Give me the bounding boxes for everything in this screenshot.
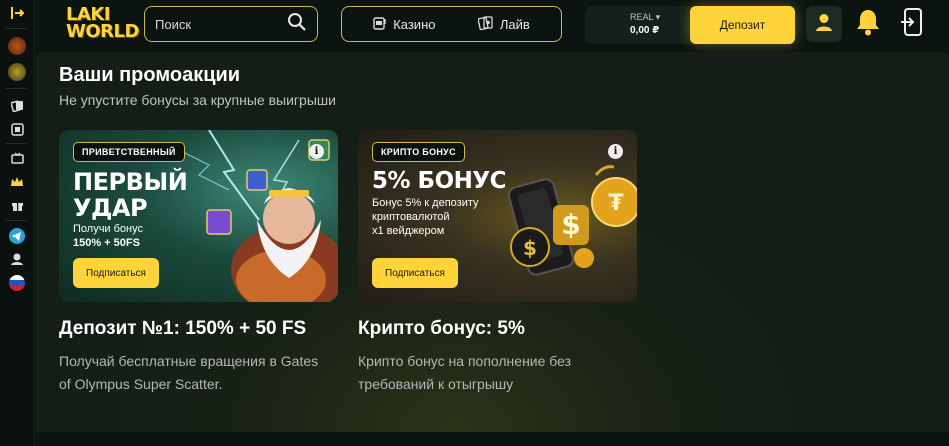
promo-badge: КРИПТО БОНУС xyxy=(372,142,465,162)
cards-icon[interactable] xyxy=(8,96,26,114)
search-icon[interactable] xyxy=(287,12,307,37)
promo-card-welcome[interactable]: ПРИВЕТСТВЕННЫЙ i ПЕРВЫЙ УДАР Получи бону… xyxy=(59,130,338,302)
gift-icon[interactable] xyxy=(8,196,26,214)
avatar-game-1-icon[interactable] xyxy=(8,37,26,55)
info-icon[interactable]: i xyxy=(309,144,324,159)
promo-description-welcome: Получай бесплатные вращения в Gates of O… xyxy=(59,353,319,392)
tab-live[interactable]: Лайв xyxy=(477,15,530,34)
avatar-game-2-icon[interactable] xyxy=(8,63,26,81)
logo[interactable]: LAKI WORLD xyxy=(66,6,139,44)
promo-headline: 5% БОНУС xyxy=(372,168,507,194)
svg-text:$: $ xyxy=(523,236,537,260)
promo-headline: ПЕРВЫЙ xyxy=(73,168,188,196)
subscribe-button[interactable]: Подписаться xyxy=(372,258,458,288)
svg-text:₮: ₮ xyxy=(608,191,624,216)
promo-title-crypto[interactable]: Крипто бонус: 5% xyxy=(358,318,525,340)
svg-text:$: $ xyxy=(561,208,580,241)
balance-currency-select[interactable]: REAL ▾ xyxy=(630,12,660,23)
slot-machine-icon xyxy=(373,16,387,33)
exit-door-icon xyxy=(900,7,926,42)
promo-headline-2: УДАР xyxy=(73,194,148,222)
tab-casino[interactable]: Казино xyxy=(373,16,435,33)
russia-flag-icon[interactable] xyxy=(8,274,26,292)
promo-detail-2: криптовалютой xyxy=(372,211,450,223)
deposit-button[interactable]: Депозит xyxy=(690,6,795,44)
promo-detail-2: 150% + 50FS xyxy=(73,237,140,249)
telegram-icon[interactable] xyxy=(8,227,26,245)
page-title: Ваши промоакции xyxy=(59,64,241,86)
roulette-icon[interactable] xyxy=(8,120,26,138)
user-icon xyxy=(814,12,834,37)
page-subtitle: Не упустите бонусы за крупные выигрыши xyxy=(59,92,336,108)
live-cards-icon xyxy=(477,15,494,34)
search-box[interactable]: Поиск xyxy=(144,6,318,42)
promo-detail: Получи бонус xyxy=(73,223,144,235)
support-icon[interactable] xyxy=(8,250,26,268)
tv-icon[interactable] xyxy=(8,149,26,167)
promo-detail: Бонус 5% к депозиту xyxy=(372,197,479,209)
bell-icon xyxy=(855,8,881,41)
promo-card-crypto[interactable]: ₮ $ $ КРИПТО БОНУС i 5% БОНУС Бонус 5% к… xyxy=(358,130,637,302)
notifications-button[interactable] xyxy=(850,6,886,42)
promo-title-welcome[interactable]: Депозит №1: 150% + 50 FS xyxy=(59,318,306,340)
logout-icon[interactable] xyxy=(8,4,26,22)
balance-amount: 0,00 ₽ xyxy=(630,25,660,36)
profile-button[interactable] xyxy=(806,6,842,42)
info-icon[interactable]: i xyxy=(608,144,623,159)
promo-badge: ПРИВЕТСТВЕННЫЙ xyxy=(73,142,185,162)
sidebar xyxy=(0,0,35,446)
promo-description-crypto: Крипто бонус на пополнение без требовани… xyxy=(358,353,572,392)
search-input[interactable]: Поиск xyxy=(155,17,287,32)
logout-button[interactable] xyxy=(895,6,931,42)
top-header: LAKI WORLD Поиск Казино Лайв REAL ▾ 0,00… xyxy=(35,0,949,50)
subscribe-button[interactable]: Подписаться xyxy=(73,258,159,288)
promo-detail-3: x1 вейджером xyxy=(372,225,445,237)
balance-box: REAL ▾ 0,00 ₽ Депозит xyxy=(585,6,795,44)
promotions-panel: Ваши промоакции Не упустите бонусы за кр… xyxy=(36,52,949,432)
crown-icon[interactable] xyxy=(8,173,26,191)
category-tabs: Казино Лайв xyxy=(341,6,562,42)
